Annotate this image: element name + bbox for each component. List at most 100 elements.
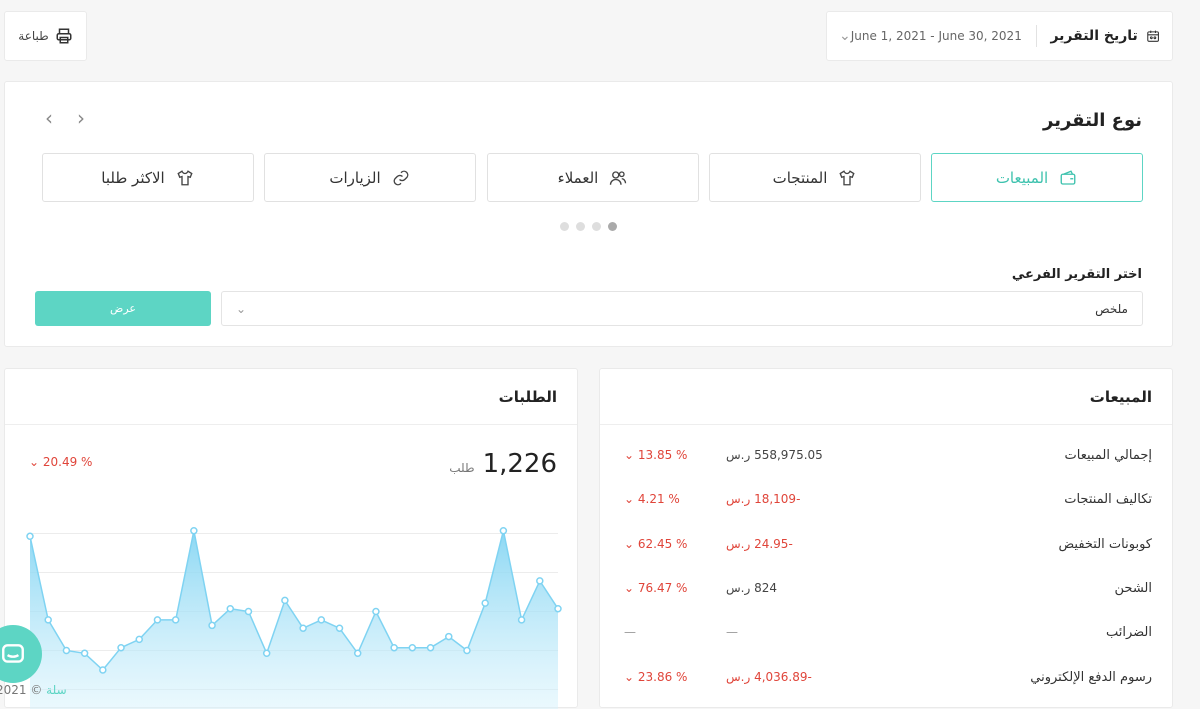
row-change-value: 62.45 % <box>637 537 688 551</box>
chart-point[interactable] <box>26 532 34 541</box>
row-name: تكاليف المنتجات <box>1064 492 1152 507</box>
orders-change: ⌄ 20.49 % <box>29 455 92 469</box>
row-change: ⌄ 23.86 % <box>624 670 687 684</box>
row-value: -24.95 ر.س <box>726 537 793 551</box>
report-type-card: نوع التقرير ‹ › المبيعات المنتجات العملا… <box>4 81 1173 347</box>
tab-sales[interactable]: المبيعات <box>931 153 1143 202</box>
chart-point[interactable] <box>372 607 380 616</box>
chart-point[interactable] <box>335 624 344 632</box>
chart-point[interactable] <box>99 666 107 674</box>
divider <box>1035 25 1037 47</box>
chart-point[interactable] <box>445 632 453 641</box>
chart-point[interactable] <box>226 604 235 613</box>
carousel-dots <box>560 222 617 231</box>
orders-chart <box>26 526 562 709</box>
chart-point[interactable] <box>281 596 289 605</box>
chart-point[interactable] <box>517 616 526 624</box>
row-change-value: 23.86 % <box>637 670 688 684</box>
chart-point[interactable] <box>299 624 307 632</box>
report-type-title: نوع التقرير <box>1043 110 1142 131</box>
chart-point[interactable] <box>554 604 562 613</box>
row-value: -4,036.89 ر.س <box>726 670 812 684</box>
tab-label: المبيعات <box>995 168 1049 187</box>
row-change-value: — <box>624 625 636 639</box>
chat-icon <box>2 644 24 663</box>
link-icon <box>393 170 409 185</box>
chart-point[interactable] <box>426 643 435 652</box>
tab-label: الاكثر طلبا <box>101 168 165 187</box>
chevron-left-icon[interactable]: ‹ <box>45 106 53 130</box>
chart-point[interactable] <box>135 635 143 644</box>
tab-label: الزيارات <box>329 168 381 187</box>
carousel-dot-active[interactable] <box>608 222 617 231</box>
chart-point[interactable] <box>408 643 417 652</box>
chart-point[interactable] <box>262 649 271 658</box>
wallet-icon <box>1060 169 1076 185</box>
row-name: الشحن <box>1114 581 1152 596</box>
chart-point[interactable] <box>317 616 326 624</box>
shirt-icon <box>839 169 856 185</box>
chart-point[interactable] <box>244 607 253 616</box>
sales-title: المبيعات <box>1089 388 1152 406</box>
calendar-icon <box>1147 30 1159 42</box>
tab-label: العملاء <box>557 168 599 187</box>
tab-customers[interactable]: العملاء <box>487 153 699 202</box>
carousel-dot[interactable] <box>576 222 585 231</box>
subreport-value: ملخص <box>1095 301 1128 316</box>
chart-point[interactable] <box>481 599 489 607</box>
footer-copyright: 2021 © سلة <box>0 683 67 697</box>
row-value: -18,109 ر.س <box>726 492 801 506</box>
sales-card: المبيعات إجمالي المبيعات 558,975.05 ر.س … <box>599 368 1173 708</box>
carousel-dot[interactable] <box>592 222 601 231</box>
brand-link[interactable]: سلة <box>46 683 66 697</box>
tab-label: المنتجات <box>772 168 828 187</box>
carousel-dot[interactable] <box>560 222 569 231</box>
row-change: ⌄ 76.47 % <box>624 581 687 595</box>
row-value: 824 ر.س <box>726 581 777 595</box>
chart-point[interactable] <box>44 616 52 624</box>
row-value: — <box>726 625 738 639</box>
chart-point[interactable] <box>171 616 180 624</box>
subreport-select[interactable]: ملخص ⌄ <box>221 291 1143 326</box>
chart-point[interactable] <box>117 643 125 652</box>
row-change-value: 76.47 % <box>637 581 688 595</box>
row-change-value: 4.21 % <box>637 492 680 506</box>
row-value: 558,975.05 ر.س <box>726 448 823 462</box>
sales-row-product-costs: تكاليف المنتجات -18,109 ر.س ⌄ 4.21 % <box>600 492 1172 512</box>
chevron-down-icon: ⌄ <box>624 448 638 462</box>
tab-most-ordered[interactable]: الاكثر طلبا <box>42 153 254 202</box>
chevron-down-icon[interactable]: ⌄ <box>839 28 851 44</box>
chart-point[interactable] <box>80 649 89 658</box>
orders-total-value: 1,226 <box>482 449 557 479</box>
print-button[interactable]: طباعة <box>4 11 87 61</box>
copyright-text: 2021 © <box>0 683 47 697</box>
chart-point[interactable] <box>390 643 398 652</box>
printer-icon <box>56 28 72 44</box>
chart-point[interactable] <box>463 646 471 655</box>
chevron-down-icon: ⌄ <box>624 537 638 551</box>
tab-products[interactable]: المنتجات <box>709 153 921 202</box>
row-change: ⌄ 4.21 % <box>624 492 680 506</box>
chart-point[interactable] <box>499 526 508 535</box>
chart-point[interactable] <box>190 526 198 535</box>
sales-row-payment-fees: رسوم الدفع الإلكتروني -4,036.89 ر.س ⌄ 23… <box>600 670 1172 690</box>
row-change: ⌄ 13.85 % <box>624 448 687 462</box>
chevron-right-icon[interactable]: › <box>77 106 85 130</box>
orders-total-unit: طلب <box>449 461 475 475</box>
sales-card-header: المبيعات <box>600 369 1172 425</box>
chart-point[interactable] <box>353 649 362 658</box>
chart-point[interactable] <box>153 616 162 624</box>
show-button[interactable]: عرض <box>35 291 211 326</box>
chart-point[interactable] <box>62 646 71 655</box>
date-filter[interactable]: تاريخ التقرير June 1, 2021 - June 30, 20… <box>826 11 1173 61</box>
row-change-value: 13.85 % <box>637 448 688 462</box>
sales-row-shipping: الشحن 824 ر.س ⌄ 76.47 % <box>600 581 1172 601</box>
chevron-down-icon: ⌄ <box>29 455 40 469</box>
date-range-value: June 1, 2021 - June 30, 2021 <box>850 29 1022 43</box>
tab-visits[interactable]: الزيارات <box>264 153 476 202</box>
date-filter-label: تاريخ التقرير <box>1050 28 1138 44</box>
chart-point[interactable] <box>536 577 544 585</box>
shirt-icon <box>177 169 193 185</box>
orders-card: الطلبات 1,226 طلب ⌄ 20.49 % <box>4 368 578 709</box>
chart-point[interactable] <box>208 621 216 630</box>
